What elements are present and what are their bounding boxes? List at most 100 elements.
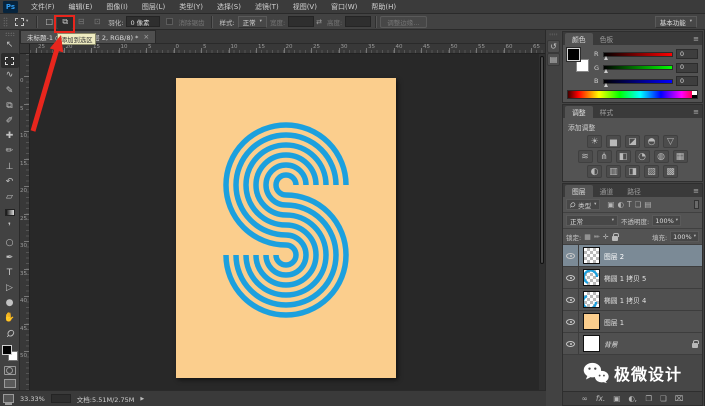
panel-menu-icon[interactable]: ≡	[693, 187, 699, 195]
blue-value[interactable]: 0	[676, 76, 698, 86]
gradient-tool[interactable]	[1, 205, 19, 220]
history-brush-tool[interactable]: ↶	[1, 175, 19, 190]
new-adjustment-layer-icon[interactable]: ◐,	[628, 394, 637, 403]
layer-mask-icon[interactable]: ▣	[613, 394, 620, 403]
menu-item[interactable]: 选择(S)	[210, 0, 248, 14]
color-panel-swatches[interactable]	[566, 47, 589, 72]
blend-mode-dropdown[interactable]: 正常 ▾	[566, 215, 618, 226]
screen-mode-button[interactable]	[3, 378, 16, 388]
tab-channels[interactable]: 通道	[593, 185, 621, 197]
gradient-map-icon[interactable]: ▩	[663, 165, 678, 178]
foreground-color-swatch[interactable]	[566, 47, 581, 62]
menu-item[interactable]: 类型(Y)	[172, 0, 210, 14]
move-tool[interactable]: ↖	[1, 38, 19, 53]
tab-styles[interactable]: 样式	[593, 106, 621, 118]
red-slider[interactable]	[603, 51, 673, 60]
panel-menu-icon[interactable]: ≡	[693, 108, 699, 116]
layer-row-ellipse-copy5[interactable]: 椭圆 1 拷贝 5	[563, 267, 702, 289]
lock-image-pixels-icon[interactable]: ✏	[594, 233, 600, 241]
refine-edge-button[interactable]: 调整边缘…	[380, 15, 427, 28]
menu-item[interactable]: 图像(I)	[99, 0, 135, 14]
green-value[interactable]: 0	[676, 62, 698, 73]
dodge-tool[interactable]: ○	[1, 235, 19, 250]
layer-row-layer1[interactable]: 图层 1	[563, 311, 702, 333]
layer-style-icon[interactable]: fx.	[596, 394, 605, 403]
tab-swatches[interactable]: 色板	[593, 33, 621, 45]
tab-adjustments[interactable]: 调整	[565, 106, 593, 118]
color-balance-icon[interactable]: ⋔	[596, 150, 612, 163]
color-spectrum-ramp[interactable]	[567, 90, 698, 99]
menu-item[interactable]: 视图(V)	[286, 0, 324, 14]
eyedropper-tool[interactable]: ✐	[1, 114, 19, 129]
layer-row-ellipse-copy4[interactable]: 椭圆 1 拷贝 4	[563, 289, 702, 311]
visibility-eye-icon[interactable]	[566, 274, 575, 281]
visibility-eye-icon[interactable]	[566, 318, 575, 325]
visibility-eye-icon[interactable]	[566, 252, 575, 259]
visibility-eye-icon[interactable]	[566, 340, 575, 347]
hue-saturation-icon[interactable]: ≋	[577, 150, 593, 163]
menu-item[interactable]: 窗口(W)	[324, 0, 364, 14]
screen-mode-icon[interactable]	[3, 394, 14, 405]
tool-preset-picker[interactable]: ▾	[11, 17, 32, 26]
blue-slider[interactable]	[603, 78, 673, 87]
width-input[interactable]	[288, 16, 315, 27]
opacity-dropdown[interactable]: 100% ▾	[652, 215, 682, 226]
curves-icon[interactable]: ◪	[625, 135, 640, 148]
black-white-icon[interactable]: ◧	[615, 150, 631, 163]
tab-color[interactable]: 颜色	[565, 33, 593, 45]
eraser-tool[interactable]: ▱	[1, 190, 19, 205]
fill-dropdown[interactable]: 100% ▾	[670, 231, 699, 242]
rect-marquee-tool[interactable]	[0, 53, 19, 69]
zoom-tool[interactable]: Ϙ	[1, 327, 19, 342]
type-tool[interactable]: T	[1, 266, 19, 281]
clone-stamp-tool[interactable]: ⊥	[1, 160, 19, 175]
lock-position-icon[interactable]: ✛	[603, 233, 609, 241]
canvas-area[interactable]: 25 20 15 10 5 0 5 10 15 20 25 30 35 40 45 50 55 60 65 0 5 10…	[20, 44, 545, 406]
close-icon[interactable]: ×	[143, 33, 149, 41]
levels-icon[interactable]: ▅	[606, 135, 621, 148]
layer-filter-dropdown[interactable]: Ϙ 类型 ▾	[566, 199, 601, 210]
antialias-checkbox[interactable]	[166, 18, 174, 25]
channel-mixer-icon[interactable]: ◍	[653, 150, 669, 163]
threshold-icon[interactable]: ◨	[625, 165, 640, 178]
panel-menu-icon[interactable]: ≡	[693, 35, 699, 43]
menu-item[interactable]: 滤镜(T)	[248, 0, 286, 14]
style-dropdown[interactable]: 正常 ▾	[237, 15, 267, 28]
adjustment-filter-icon[interactable]: ◐	[617, 200, 624, 209]
workspace-switcher[interactable]: 基本功能 ▾	[654, 15, 697, 28]
layer-thumbnail[interactable]	[583, 313, 600, 330]
photo-filter-icon[interactable]: ◔	[634, 150, 650, 163]
tab-layers[interactable]: 图层	[565, 185, 593, 197]
pixel-filter-icon[interactable]: ▣	[607, 200, 614, 209]
exposure-icon[interactable]: ◓	[644, 135, 659, 148]
layer-row-layer2[interactable]: 图层 2	[563, 245, 702, 267]
history-panel-icon[interactable]: ↺	[547, 40, 560, 53]
vibrance-icon[interactable]: ▽	[663, 135, 678, 148]
layer-row-background[interactable]: 背景	[563, 333, 702, 355]
lock-all-icon[interactable]	[611, 232, 619, 241]
menu-item[interactable]: 帮助(H)	[364, 0, 403, 14]
quick-mask-button[interactable]	[3, 365, 16, 375]
spot-healing-brush-tool[interactable]: ✚	[1, 129, 19, 144]
red-value[interactable]: 0	[676, 49, 698, 59]
swap-dimensions-icon[interactable]: ⇄	[316, 18, 322, 26]
brightness-contrast-icon[interactable]: ☀	[587, 135, 602, 148]
menu-item[interactable]: 编辑(E)	[62, 0, 100, 14]
properties-panel-icon[interactable]: ▤	[547, 53, 560, 66]
selective-color-icon[interactable]: ▨	[644, 165, 659, 178]
invert-icon[interactable]: ◐	[587, 165, 602, 178]
new-layer-icon[interactable]: ❏	[660, 394, 667, 403]
delete-layer-icon[interactable]: ⌧	[675, 394, 684, 403]
hand-tool[interactable]: ✋	[1, 311, 19, 326]
subtract-from-selection-button[interactable]: ⊟	[73, 15, 89, 29]
layer-thumbnail[interactable]	[583, 247, 600, 264]
color-lookup-icon[interactable]: ▦	[672, 150, 688, 163]
brush-tool[interactable]: ✏	[1, 144, 19, 159]
feather-input[interactable]: 0 像素	[126, 16, 161, 27]
visibility-eye-icon[interactable]	[566, 296, 575, 303]
pen-tool[interactable]: ✒	[1, 251, 19, 266]
filter-toggle[interactable]	[694, 200, 699, 209]
green-slider[interactable]	[603, 65, 673, 73]
posterize-icon[interactable]: ▥	[606, 165, 621, 178]
blur-tool[interactable]: ❜	[1, 220, 19, 235]
